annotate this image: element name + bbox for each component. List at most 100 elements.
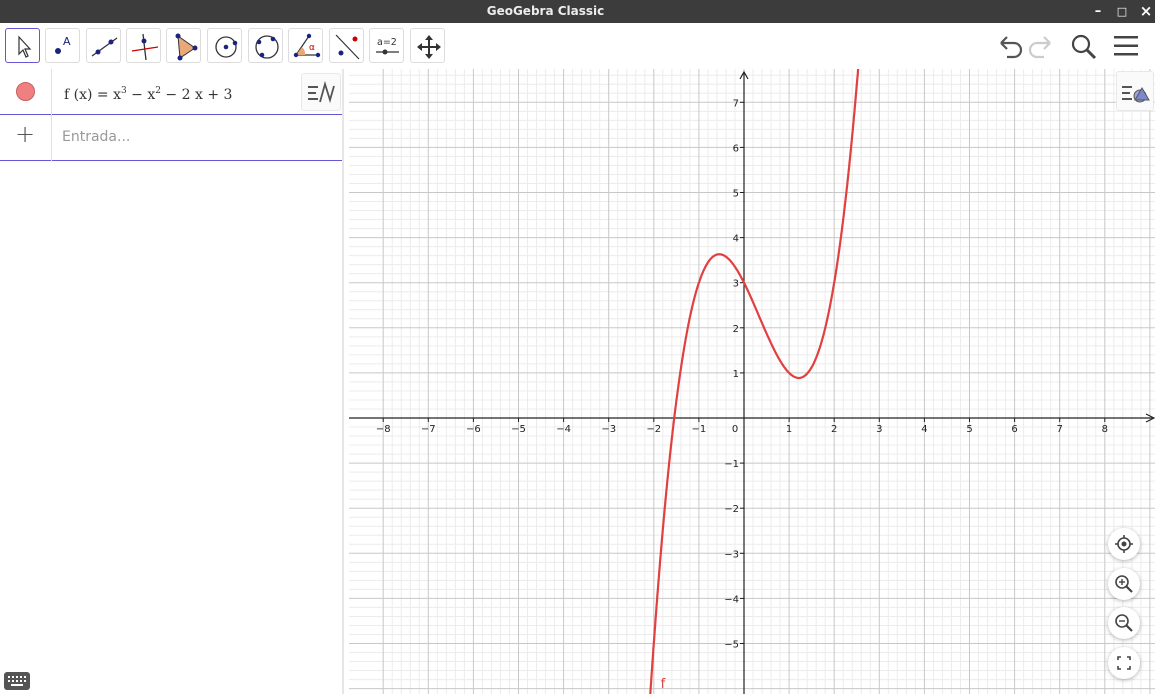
keyboard-icon [8,676,26,686]
x-tick-label: −3 [601,424,616,435]
circle-three-points-tool[interactable] [248,28,283,63]
angle-alpha-glyph: α [309,43,315,53]
fullscreen-button[interactable] [1108,647,1140,679]
move-tool[interactable] [5,28,40,63]
algebra-sort-icon [308,80,335,104]
x-axis-tick-labels: −8 −7 −6 −5 −4 −3 −2 −1 0 1 2 3 4 5 6 7 8 [376,424,1108,435]
graphics-view[interactable]: −8 −7 −6 −5 −4 −3 −2 −1 0 1 2 3 4 5 6 7 8 7 6 5 4 3 2 1 −1 −2 −3−… [344,69,1155,694]
toolbar: A α a=2 [0,23,1155,69]
x-tick-label: −8 [376,424,391,435]
algebra-input-row[interactable]: + Entrada... [0,115,342,161]
function-f-label[interactable]: f [661,677,666,692]
y-tick-label: 2 [733,324,739,335]
add-item-plus-icon[interactable]: + [15,120,35,148]
row-divider [51,69,52,115]
x-tick-label: −7 [421,424,436,435]
y-tick-label: −5 [724,640,739,651]
y-tick-label: −2 [724,504,739,515]
perpendicular-line-tool[interactable] [126,28,161,63]
circle-center-point-tool[interactable] [207,28,242,63]
x-tick-label: 5 [966,424,972,435]
line-icon [91,37,118,57]
graphics-style-icon [1122,86,1150,103]
minor-grid [349,69,1155,694]
reflect-tool[interactable] [329,28,364,63]
reflect-icon [335,34,360,60]
x-tick-label: 7 [1057,424,1063,435]
circle-three-points-icon [255,35,279,59]
graphics-style-bar-button[interactable] [1116,71,1154,111]
visibility-toggle-marble[interactable] [16,82,35,101]
y-tick-label: 7 [733,98,739,109]
function-definition[interactable]: f (x) = x3 − x2 − 2 x + 3 [64,86,232,103]
perpendicular-icon [131,33,159,61]
zoom-out-icon [1115,614,1133,632]
minimize-button[interactable]: – [1088,2,1108,21]
y-tick-label: −1 [724,459,739,470]
fullscreen-icon [1117,656,1131,670]
hamburger-menu-icon [1114,36,1138,56]
algebra-item-f[interactable]: f (x) = x3 − x2 − 2 x + 3 [0,69,342,115]
point-icon: A [55,35,71,54]
zoom-in-button[interactable] [1108,568,1140,600]
y-tick-label: 5 [733,189,739,200]
y-tick-label: 3 [733,279,739,290]
x-tick-label: −2 [646,424,661,435]
angle-icon: α [293,33,321,58]
x-tick-label: 4 [921,424,927,435]
algebra-view: f (x) = x3 − x2 − 2 x + 3 + Entrada... [0,69,344,694]
circle-center-icon [215,36,238,58]
close-button[interactable]: × [1136,2,1155,21]
search-icon [1071,34,1097,60]
algebra-style-bar-button[interactable] [301,73,341,111]
graphics-canvas[interactable]: −8 −7 −6 −5 −4 −3 −2 −1 0 1 2 3 4 5 6 7 8 7654321−1−2−3−… [344,69,1155,694]
svg-text:A: A [63,35,71,48]
y-tick-label: −4 [724,594,739,605]
redo-button[interactable] [1026,31,1058,61]
undo-button[interactable] [993,31,1025,61]
y-tick-label: 4 [733,234,739,245]
point-tool[interactable]: A [45,28,80,63]
x-tick-label: 6 [1011,424,1017,435]
move-cross-arrows-icon [417,35,441,59]
zoom-in-icon [1115,575,1133,593]
row-divider [51,115,52,161]
x-tick-label: −1 [692,424,707,435]
undo-icon [1000,36,1023,59]
slider-icon: a=2 [376,37,399,55]
x-tick-label: −5 [511,424,526,435]
formula-prefix: f (x) = x [64,87,121,103]
algebra-input-field[interactable]: Entrada... [62,129,130,145]
main-menu-button[interactable] [1110,31,1142,61]
window-title: GeoGebra Classic [486,4,605,18]
title-bar: GeoGebra Classic – □ × [0,0,1155,23]
y-tick-label: −3 [724,549,739,560]
y-axis-tick-labels: 7 6 5 4 3 2 1 −1 −2 −3 −4 −5 [724,98,739,650]
x-tick-label: 2 [831,424,837,435]
home-target-icon [1115,535,1133,553]
move-graphics-tool[interactable] [410,28,445,63]
maximize-button[interactable]: □ [1112,2,1132,21]
x-tick-label: −6 [466,424,481,435]
formula-mid: − x [126,87,156,103]
redo-icon [1028,36,1051,59]
x-tick-label: −4 [556,424,571,435]
formula-suffix: − 2 x + 3 [160,87,233,103]
y-tick-label: 1 [733,369,739,380]
virtual-keyboard-button[interactable] [4,672,30,690]
cursor-arrow-icon [18,35,32,58]
x-tick-label: 3 [876,424,882,435]
x-tick-label: 0 [732,424,738,435]
y-tick-label: 6 [733,143,739,154]
angle-tool[interactable]: α [288,28,323,63]
polygon-tool[interactable] [166,28,201,63]
search-button[interactable] [1067,31,1099,61]
slider-tool[interactable]: a=2 [369,28,404,63]
slider-label: a=2 [377,37,397,48]
polygon-icon [175,33,198,61]
x-tick-label: 1 [786,424,792,435]
line-tool[interactable] [86,28,121,63]
zoom-out-button[interactable] [1108,607,1140,639]
x-tick-label: 8 [1102,424,1108,435]
standard-view-button[interactable] [1108,528,1140,560]
